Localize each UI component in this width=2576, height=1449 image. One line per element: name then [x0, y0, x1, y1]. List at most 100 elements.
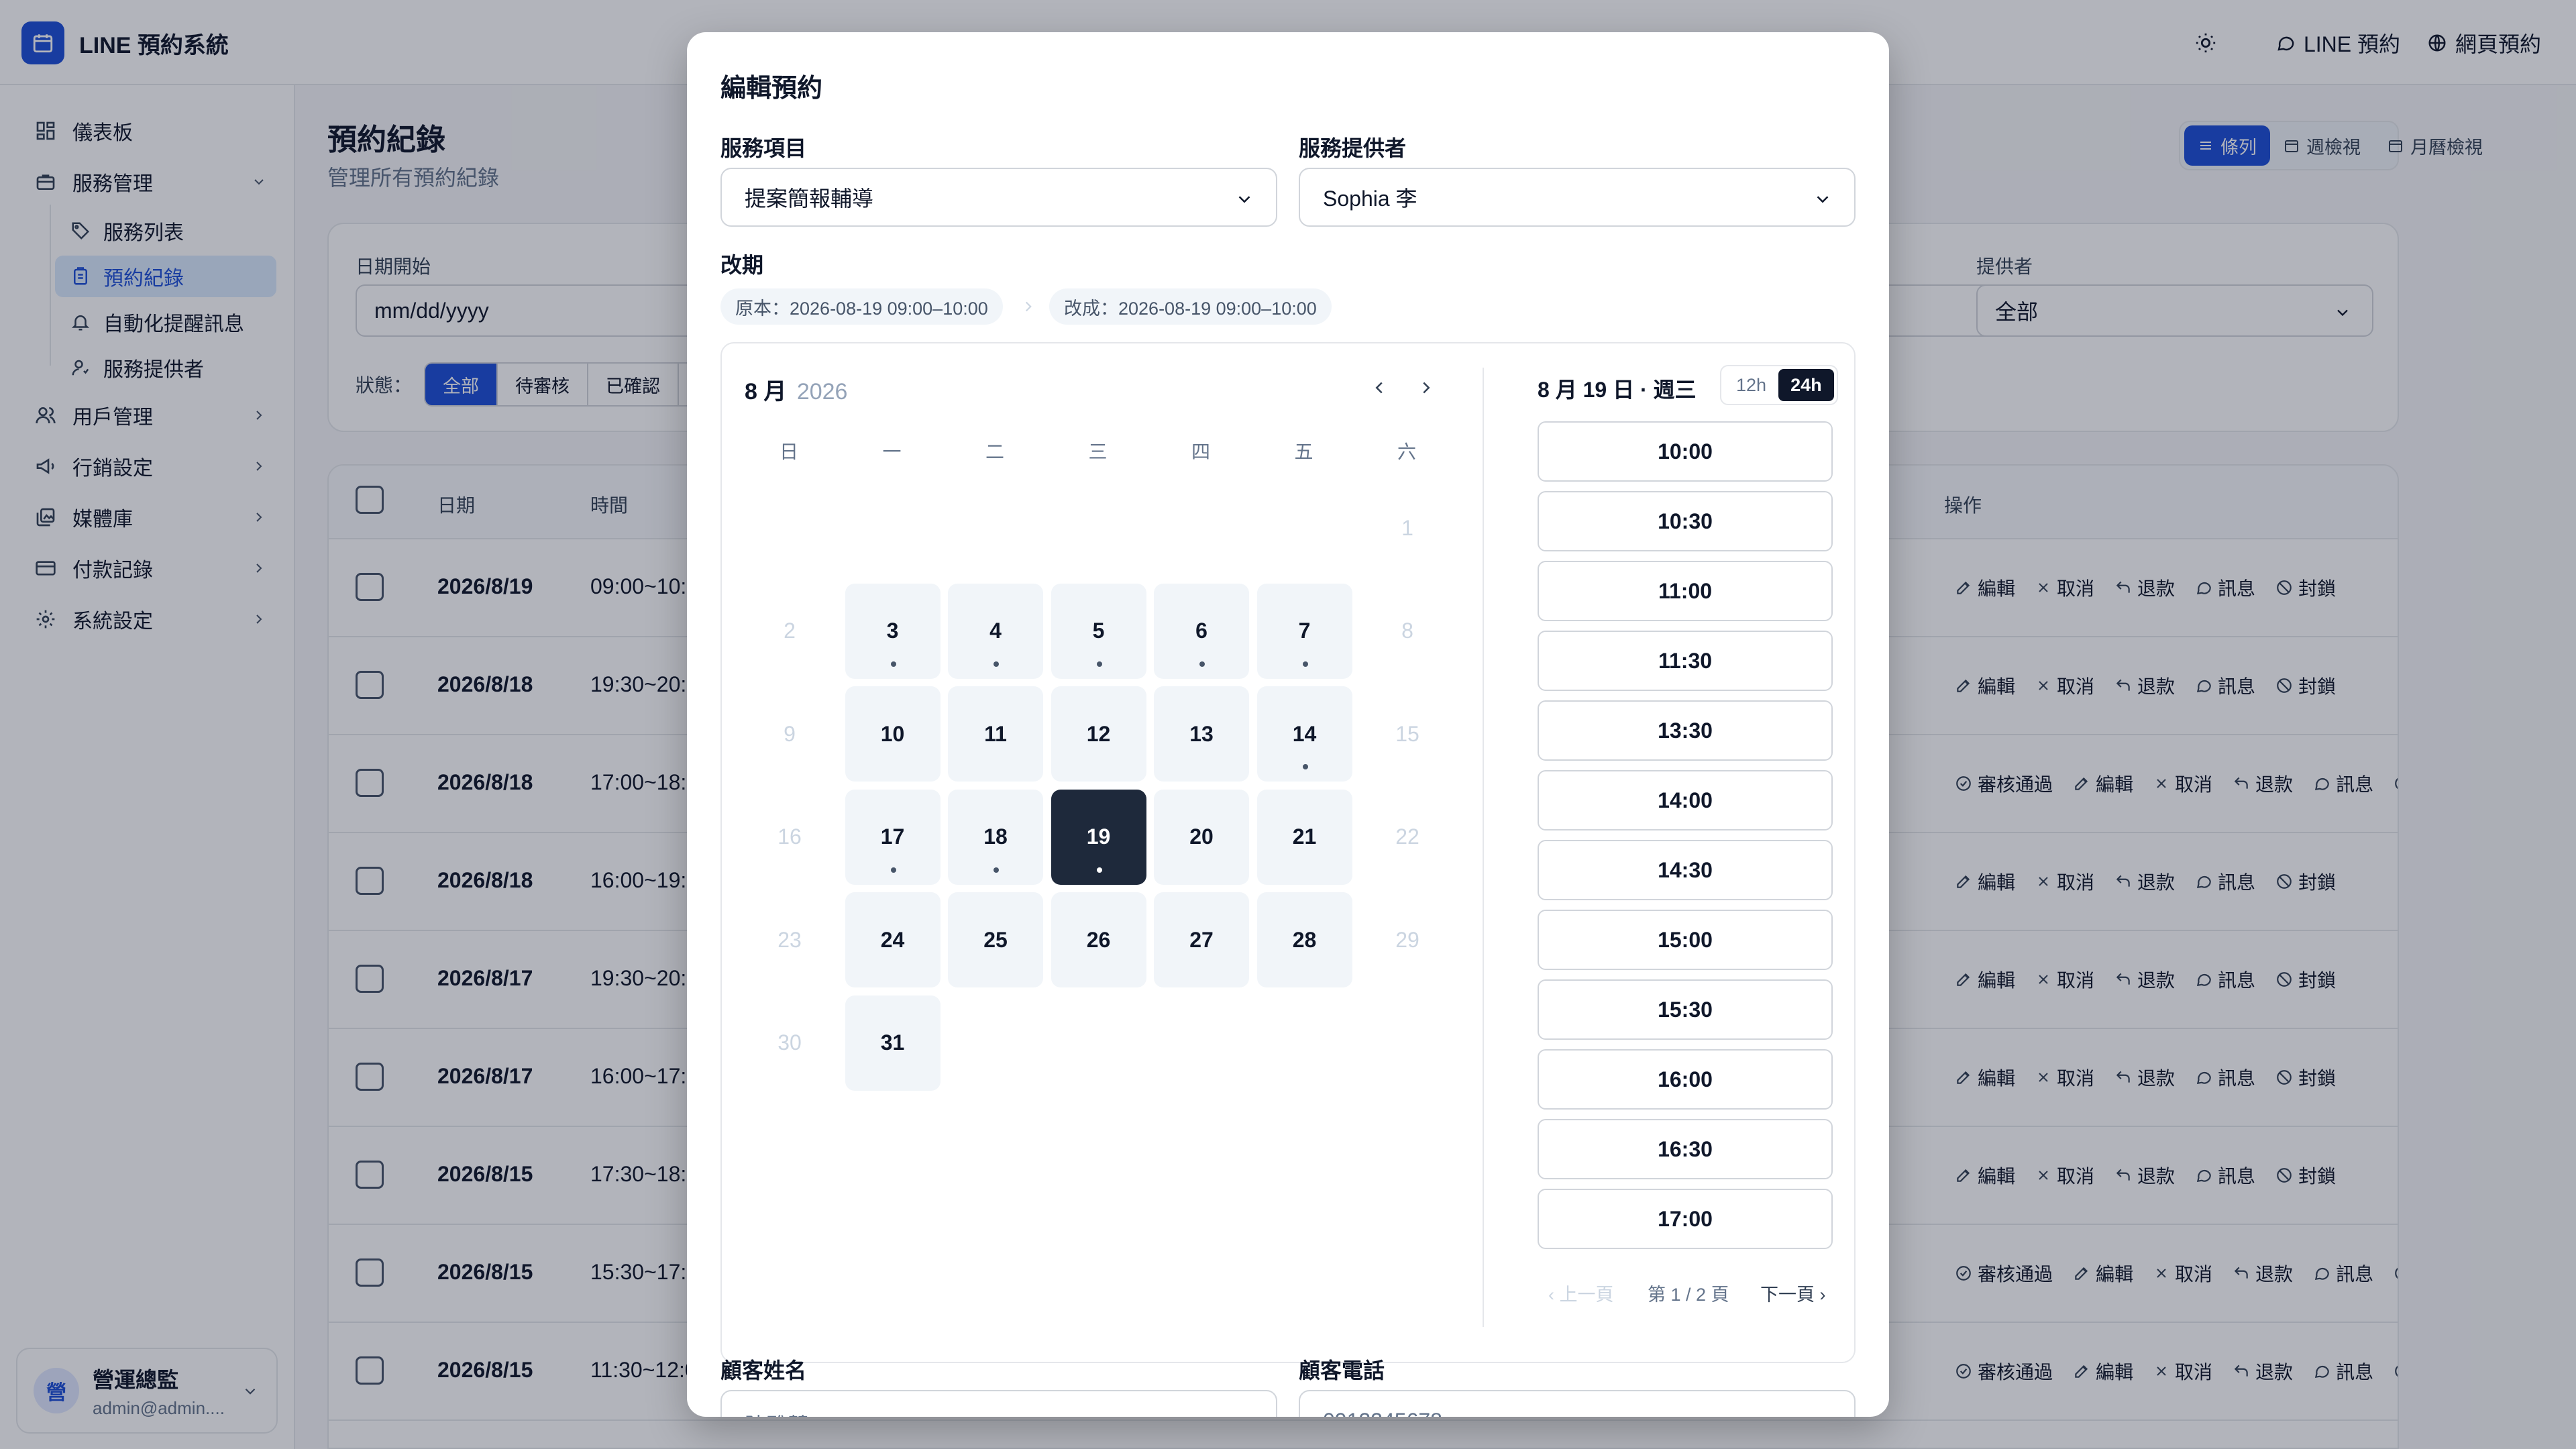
calendar-day[interactable]: 24 [845, 892, 941, 987]
calendar-day[interactable]: 21 [1256, 789, 1352, 885]
availability-dot [1096, 867, 1102, 873]
weekday-label: 日 [779, 441, 798, 462]
modal-title: 編輯預約 [720, 74, 823, 103]
new-time-chip: 改成：2026-08-19 09:00–10:00 [1049, 288, 1332, 325]
day-number: 30 [777, 1030, 802, 1055]
format-24h-button[interactable]: 24h [1778, 369, 1834, 401]
chevron-down-icon [1817, 196, 1829, 203]
calendar-day[interactable]: 7 [1256, 583, 1352, 679]
calendar-day[interactable]: 31 [845, 995, 941, 1091]
calendar-day: 30 [742, 996, 837, 1091]
original-time-chip: 原本：2026-08-19 09:00–10:00 [720, 288, 1003, 325]
calendar-day[interactable]: 5 [1051, 583, 1146, 679]
day-number: 24 [880, 927, 905, 952]
provider-label: 服務提供者 [1299, 136, 1407, 160]
day-number: 25 [983, 927, 1008, 952]
slots-prev-page[interactable]: ‹ 上一頁 [1548, 1280, 1614, 1306]
calendar-year: 2026 [796, 379, 848, 405]
next-month-button[interactable] [1411, 373, 1441, 402]
day-number: 9 [784, 721, 796, 746]
calendar-day[interactable]: 20 [1154, 789, 1249, 885]
calendar-day: 22 [1360, 790, 1455, 885]
availability-dot [890, 867, 896, 873]
calendar-day: 8 [1360, 584, 1455, 679]
day-number: 1 [1401, 515, 1413, 540]
calendar-day[interactable]: 11 [948, 686, 1043, 782]
time-slot-button[interactable]: 16:00 [1538, 1049, 1833, 1110]
calendar-day[interactable]: 14 [1256, 686, 1352, 782]
time-slot-button[interactable]: 17:00 [1538, 1189, 1833, 1249]
availability-dot [1096, 661, 1102, 667]
day-number: 5 [1092, 619, 1105, 643]
customer-phone-input[interactable]: 0912345678 [1299, 1390, 1856, 1417]
day-number: 29 [1395, 927, 1419, 952]
calendar-day[interactable]: 10 [845, 686, 941, 782]
day-number: 28 [1292, 927, 1317, 952]
time-slot-button[interactable]: 11:00 [1538, 561, 1833, 621]
calendar-month: 8 月 [745, 379, 787, 405]
calendar-day: 1 [1360, 480, 1455, 576]
time-slot-button[interactable]: 14:30 [1538, 840, 1833, 900]
schedule-picker: 8 月 2026 日一二三四五六 1 2 3 4 5 6 7 8 9 10 11 12 13 14 15 16… [720, 342, 1856, 1363]
customer-name-input[interactable]: 陳雅慧 [720, 1390, 1277, 1417]
chevron-down-icon [1238, 196, 1250, 203]
calendar-day[interactable]: 17 [845, 789, 941, 885]
prev-month-button[interactable] [1364, 373, 1394, 402]
provider-select[interactable]: Sophia 李 [1299, 168, 1856, 227]
time-slot-button[interactable]: 14:00 [1538, 770, 1833, 830]
divider [1483, 368, 1484, 1327]
day-number: 4 [989, 619, 1002, 643]
calendar-day: 29 [1360, 892, 1455, 987]
day-number: 15 [1395, 721, 1419, 746]
calendar-day[interactable]: 6 [1154, 583, 1249, 679]
calendar-day[interactable]: 26 [1051, 892, 1146, 987]
calendar-day[interactable]: 28 [1256, 892, 1352, 987]
service-select[interactable]: 提案簡報輔導 [720, 168, 1277, 227]
availability-dot [1302, 764, 1308, 769]
time-slot-button[interactable]: 10:30 [1538, 491, 1833, 551]
format-12h-button[interactable]: 12h [1724, 369, 1778, 401]
slots-page-info: 第 1 / 2 頁 [1648, 1285, 1729, 1305]
calendar-month-label: 8 月 2026 [745, 373, 847, 406]
day-number: 26 [1086, 927, 1111, 952]
time-slot-button[interactable]: 13:30 [1538, 700, 1833, 761]
service-value: 提案簡報輔導 [745, 186, 874, 211]
calendar-day[interactable]: 25 [948, 892, 1043, 987]
weekday-label: 六 [1397, 441, 1416, 462]
day-number: 8 [1401, 619, 1413, 643]
day-number: 11 [984, 721, 1007, 746]
weekday-label: 四 [1191, 441, 1210, 462]
weekday-label: 二 [985, 441, 1004, 462]
weekday-label: 一 [882, 441, 902, 462]
calendar-day[interactable]: 4 [948, 583, 1043, 679]
day-number: 2 [784, 619, 796, 643]
edit-booking-modal: 編輯預約 服務項目 提案簡報輔導 服務提供者 Sophia 李 改期 原本：20… [687, 32, 1889, 1417]
weekday-label: 三 [1088, 441, 1108, 462]
time-slot-button[interactable]: 15:30 [1538, 979, 1833, 1040]
calendar-day-selected[interactable]: 19 [1051, 789, 1146, 885]
time-slot-button[interactable]: 15:00 [1538, 910, 1833, 970]
day-number: 7 [1298, 619, 1311, 643]
availability-dot [890, 661, 896, 667]
time-slot-button[interactable]: 16:30 [1538, 1119, 1833, 1179]
time-slot-button[interactable]: 10:00 [1538, 421, 1833, 482]
calendar-day[interactable]: 12 [1051, 686, 1146, 782]
weekday-label: 五 [1294, 441, 1313, 462]
customer-name-label: 顧客姓名 [720, 1358, 807, 1383]
calendar-day[interactable]: 18 [948, 789, 1043, 885]
time-slot-button[interactable]: 11:30 [1538, 631, 1833, 691]
availability-dot [994, 867, 999, 873]
day-number: 3 [886, 619, 899, 643]
day-number: 12 [1086, 721, 1111, 746]
calendar-day[interactable]: 13 [1154, 686, 1249, 782]
day-number: 6 [1195, 619, 1208, 643]
day-number: 17 [880, 824, 905, 849]
slots-next-page[interactable]: 下一頁 › [1760, 1280, 1826, 1306]
availability-dot [994, 661, 999, 667]
selected-date-heading: 8 月 19 日 · 週三 [1538, 378, 1697, 402]
day-number: 27 [1189, 927, 1214, 952]
calendar-day[interactable]: 27 [1154, 892, 1249, 987]
calendar-day[interactable]: 3 [845, 583, 941, 679]
day-number: 16 [777, 824, 802, 849]
day-number: 10 [880, 721, 905, 746]
